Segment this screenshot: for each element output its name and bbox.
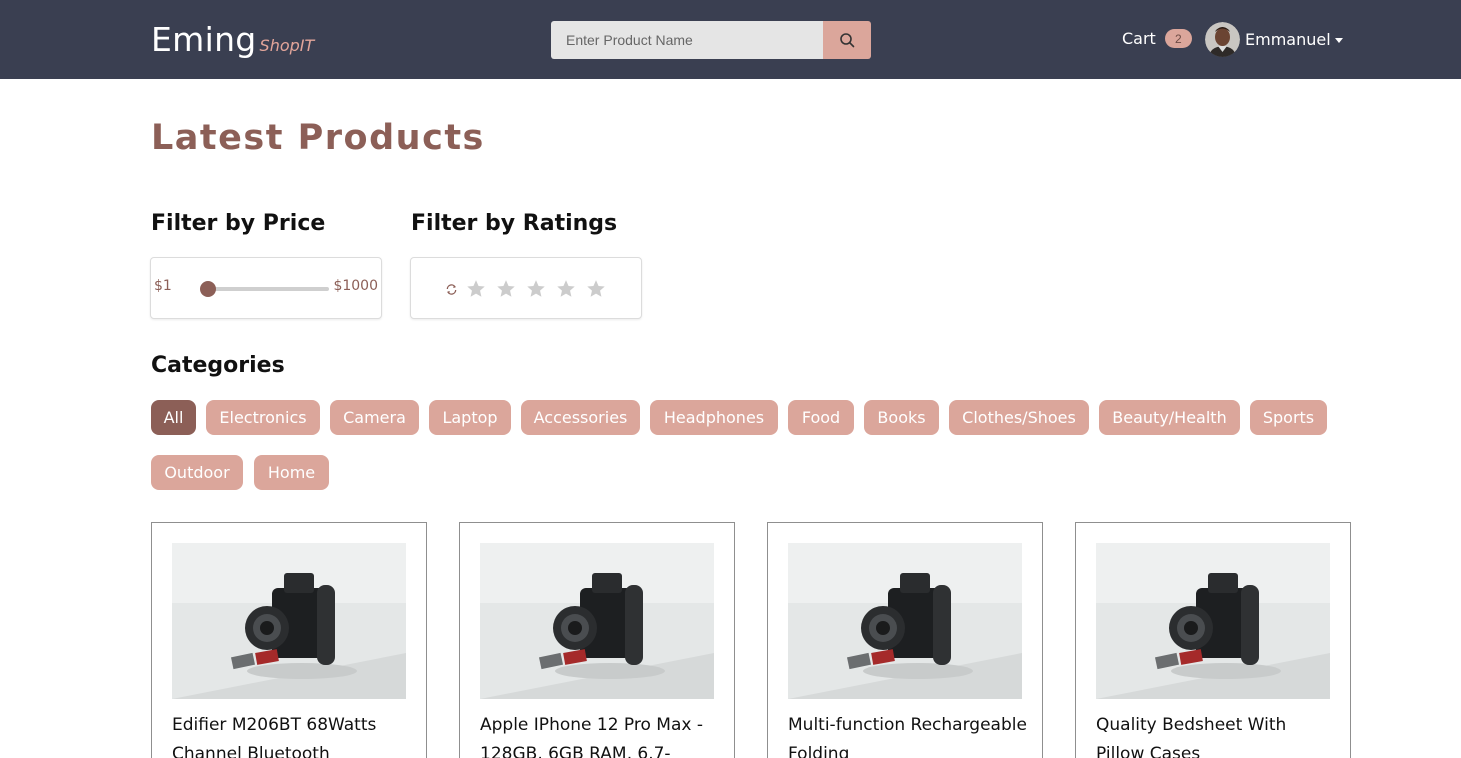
price-max-label: $1000 [333, 278, 378, 294]
product-image[interactable] [172, 543, 406, 699]
star-icon[interactable] [555, 278, 577, 300]
cart-link[interactable]: Cart 2 [1122, 29, 1192, 48]
brand-subtitle: ShopIT [259, 36, 315, 55]
category-chip-outdoor[interactable]: Outdoor [151, 455, 243, 490]
user-menu[interactable]: Emmanuel [1205, 22, 1343, 57]
ratings-filter [410, 257, 642, 319]
brand-logo[interactable]: Eming ShopIT [151, 20, 314, 59]
rating-stars-row [443, 278, 607, 300]
page-title: Latest Products [151, 118, 485, 158]
refresh-icon[interactable] [443, 281, 459, 297]
product-card[interactable]: Edifier M206BT 68Watts Channel Bluetooth [151, 522, 427, 758]
product-card[interactable]: Multi-function Rechargeable Folding [767, 522, 1043, 758]
category-chip-food[interactable]: Food [788, 400, 854, 435]
cart-count-badge: 2 [1164, 29, 1192, 48]
category-chip-clothes-shoes[interactable]: Clothes/Shoes [949, 400, 1089, 435]
product-title[interactable]: Multi-function Rechargeable Folding [788, 711, 1028, 758]
navbar: Eming ShopIT Cart 2 Emmanuel [0, 0, 1461, 79]
category-chip-home[interactable]: Home [254, 455, 329, 490]
product-image[interactable] [1096, 543, 1330, 699]
product-title[interactable]: Edifier M206BT 68Watts Channel Bluetooth [172, 711, 412, 758]
product-card[interactable]: Apple IPhone 12 Pro Max - 128GB, 6GB RAM… [459, 522, 735, 758]
categories-title: Categories [151, 353, 285, 378]
price-min-label: $1 [154, 278, 172, 294]
search-icon [840, 33, 855, 48]
category-chip-electronics[interactable]: Electronics [206, 400, 320, 435]
star-icon[interactable] [525, 278, 547, 300]
category-chip-sports[interactable]: Sports [1250, 400, 1327, 435]
price-slider-track[interactable] [211, 287, 329, 291]
chevron-down-icon [1334, 38, 1343, 43]
category-chip-accessories[interactable]: Accessories [521, 400, 640, 435]
category-chip-beauty-health[interactable]: Beauty/Health [1099, 400, 1240, 435]
user-name: Emmanuel [1245, 30, 1331, 49]
star-icon[interactable] [495, 278, 517, 300]
star-icon[interactable] [465, 278, 487, 300]
star-icon[interactable] [585, 278, 607, 300]
category-chip-camera[interactable]: Camera [330, 400, 419, 435]
price-slider-handle[interactable] [200, 281, 216, 297]
search-input[interactable] [551, 21, 823, 59]
product-card[interactable]: Quality Bedsheet With Pillow Cases [1075, 522, 1351, 758]
filter-ratings-title: Filter by Ratings [411, 211, 618, 236]
product-image[interactable] [788, 543, 1022, 699]
search-button[interactable] [823, 21, 871, 59]
filter-price-title: Filter by Price [151, 211, 326, 236]
cart-label: Cart [1122, 29, 1156, 48]
category-chip-laptop[interactable]: Laptop [429, 400, 511, 435]
category-chip-books[interactable]: Books [864, 400, 939, 435]
product-title[interactable]: Apple IPhone 12 Pro Max - 128GB, 6GB RAM… [480, 711, 720, 758]
brand-name: Eming [151, 20, 257, 59]
product-image[interactable] [480, 543, 714, 699]
search-bar [551, 21, 871, 59]
avatar [1205, 22, 1240, 57]
category-chip-headphones[interactable]: Headphones [650, 400, 778, 435]
category-chip-all[interactable]: All [151, 400, 196, 435]
product-title[interactable]: Quality Bedsheet With Pillow Cases [1096, 711, 1336, 758]
price-filter: $1 $1000 [150, 257, 382, 319]
